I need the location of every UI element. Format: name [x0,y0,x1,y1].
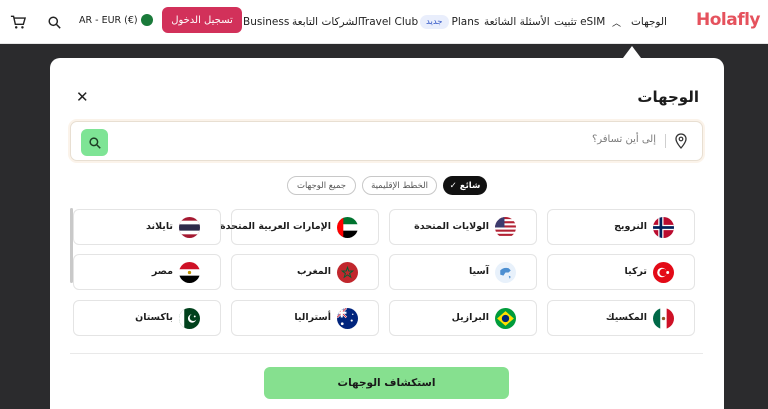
destination-card-norway[interactable]: النرويج [547,209,695,245]
destination-card-uae[interactable]: الإمارات العربية المتحدة [220,209,379,245]
nav-faq[interactable]: الأسئلة الشائعة [484,0,550,44]
norway-flag-icon [653,217,674,238]
destination-label: تركيا [624,266,647,277]
nav-install-esim[interactable]: تثبيت eSIM [554,0,605,44]
asia-globe-icon [495,262,516,283]
currency-selector[interactable]: AR - EUR (€) [79,0,153,40]
brazil-flag-icon [495,308,516,329]
nav-affiliates[interactable]: الشركات التابعة [292,0,361,44]
divider [70,353,703,354]
explore-destinations-button[interactable]: استكشاف الوجهات [264,367,509,399]
pakistan-flag-icon [179,308,200,329]
destination-label: أستراليا [294,312,331,323]
egypt-flag-icon [179,262,200,283]
check-icon: ✓ [449,180,457,191]
tab-popular-label: شائع [459,180,481,191]
search-input[interactable]: إلى أين تسافر؟ [592,134,656,145]
search-divider [665,134,666,148]
search-icon [88,136,101,149]
search-button[interactable] [81,129,108,156]
destination-card-turkey[interactable]: تركيا [547,254,695,290]
dropdown-caret [623,46,641,58]
holafly-logo[interactable]: Holafly [696,10,761,30]
destination-label: باكستان [135,312,173,323]
uae-flag-icon [337,217,358,238]
destinations-modal: الوجهات ✕ إلى أين تسافر؟ جميع الوجهات ال… [50,58,724,409]
location-pin-icon [675,133,687,149]
nav-destinations-label: الوجهات [631,16,667,28]
destination-card-pakistan[interactable]: باكستان [73,300,221,336]
destination-label: آسيا [468,266,489,277]
nav-plans[interactable]: جديد Plans [420,0,479,44]
saudi-flag-icon [140,14,153,26]
tab-regional-plans[interactable]: الخطط الإقليمية [362,176,437,195]
destinations-grid: النرويج الولايات المتحدة الإمارات العربي… [70,208,703,340]
destination-card-morocco[interactable]: المغرب [231,254,379,290]
destination-label: المغرب [296,266,331,277]
tab-popular[interactable]: ✓ شائع [443,176,487,195]
destination-label: الولايات المتحدة [414,221,489,232]
login-button[interactable]: تسجيل الدخول [162,7,242,33]
australia-flag-icon [337,308,358,329]
destination-tabs: جميع الوجهات الخطط الإقليمية ✓ شائع [50,176,724,196]
nav-plans-label: Plans [451,16,480,28]
chevron-up-icon: ︿ [612,18,622,29]
top-navbar: Holafly ︿ الوجهات تثبيت eSIM الأسئلة الش… [0,0,768,44]
destination-label: المكسيك [605,312,647,323]
destination-card-usa[interactable]: الولايات المتحدة [389,209,537,245]
modal-title: الوجهات [637,88,699,106]
morocco-flag-icon [337,262,358,283]
destination-card-brazil[interactable]: البرازيل [389,300,537,336]
nav-travel-club[interactable]: Travel Club [360,0,418,44]
destination-card-thailand[interactable]: تايلاند [73,209,221,245]
mexico-flag-icon [653,308,674,329]
destination-label: البرازيل [451,312,489,323]
destination-label: مصر [151,266,173,277]
turkey-flag-icon [653,262,674,283]
destination-card-asia[interactable]: آسيا [389,254,537,290]
destination-card-egypt[interactable]: مصر [73,254,221,290]
nav-business[interactable]: Business [243,0,289,44]
close-icon[interactable]: ✕ [76,88,89,106]
destination-label: النرويج [614,221,647,232]
search-icon[interactable] [48,0,61,44]
cart-icon[interactable] [10,0,26,44]
destination-label: تايلاند [146,221,173,232]
usa-flag-icon [495,217,516,238]
nav-destinations[interactable]: ︿ الوجهات [612,0,667,44]
destination-card-mexico[interactable]: المكسيك [547,300,695,336]
currency-label: AR - EUR (€) [79,14,138,26]
new-badge: جديد [420,15,449,29]
destination-card-australia[interactable]: أستراليا [231,300,379,336]
destination-label: الإمارات العربية المتحدة [220,221,331,232]
destination-search[interactable]: إلى أين تسافر؟ [70,121,703,161]
tab-all-destinations[interactable]: جميع الوجهات [287,176,356,195]
thailand-flag-icon [179,217,200,238]
